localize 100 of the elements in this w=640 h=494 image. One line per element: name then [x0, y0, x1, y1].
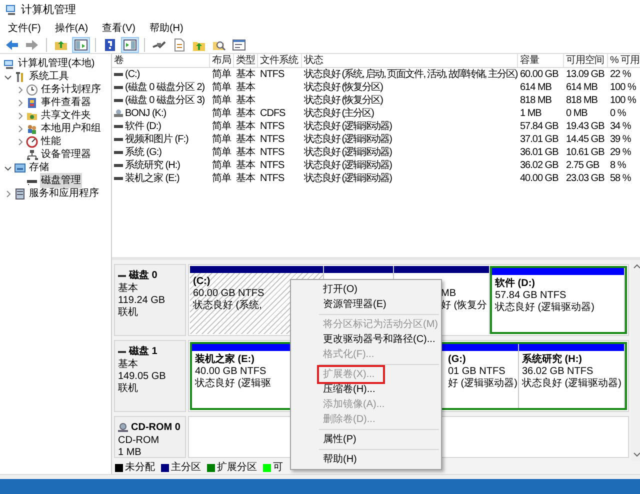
legend-label: 可 [273, 461, 283, 475]
partition-title: (G:) [448, 354, 466, 366]
table-cell-text: 8 % [610, 159, 626, 173]
table-cell-text: NTFS [260, 133, 284, 147]
partition-title: (C:) [193, 276, 210, 288]
disk-info: 119.24 GB [118, 295, 166, 306]
table-cell-text: CDFS [260, 107, 286, 121]
table-cell-text: 状态良好 (逻辑驱动器) [304, 146, 392, 160]
table-cell-text: 37.01 GB [520, 133, 558, 147]
table-cell-text: 简单 [212, 106, 231, 120]
table-cell-text: 614 MB [566, 81, 598, 95]
table-cell-text: 软件 (D:) [125, 120, 161, 134]
table-cell-text: 36.02 GB [520, 159, 558, 173]
table-cell-text: NTFS [260, 68, 284, 82]
table-cell-text: 简单 [212, 172, 231, 186]
table-cell-text: (磁盘 0 磁盘分区 2) [125, 81, 205, 95]
table-cell-text: 基本 [236, 172, 255, 186]
table-cell-text: 100 % [610, 81, 636, 95]
table-cell-text: NTFS [260, 172, 284, 186]
table-cell-text: 状态良好 (逻辑驱动器) [304, 120, 392, 134]
table-cell-text: 基本 [236, 94, 255, 108]
table-cell-text: 0 MB [566, 107, 588, 121]
table-cell-text: NTFS [260, 159, 284, 173]
partition-info: 状态良好 (逻辑驱动器) [495, 302, 594, 314]
table-cell-text: 简单 [212, 120, 231, 134]
partition-info: 状态良好 (系统, [193, 300, 262, 312]
partition-title: 系统研究 (H:) [522, 354, 582, 366]
table-cell-text: 34 % [610, 120, 631, 134]
table-cell-text: 简单 [212, 158, 231, 172]
disk-name: 磁盘 1 [129, 344, 158, 358]
table-cell-text: 状态良好 (主分区) [304, 106, 374, 120]
table-cell-text: 22 % [610, 68, 631, 82]
disk-info: 基本 [118, 283, 139, 295]
window-title: 计算机管理 [21, 2, 76, 18]
table-cell-text: 614 MB [520, 81, 552, 95]
disk-info: 1 MB [118, 447, 142, 459]
partition-info: MB [441, 288, 456, 300]
table-cell-text: 2.75 GB [566, 159, 600, 173]
partition-title: 软件 (D:) [495, 278, 535, 290]
table-cell-text: 23.03 GB [566, 172, 604, 186]
table-cell-text: 60.00 GB [520, 68, 558, 82]
table-cell-text: NTFS [260, 120, 284, 134]
table-cell-text: 基本 [236, 120, 255, 134]
table-cell-text: 39 % [610, 133, 631, 147]
table-cell-text: 简单 [212, 132, 231, 146]
table-cell-text: 状态良好 (逻辑驱动器) [304, 172, 392, 186]
table-cell-text: 40.00 GB [520, 172, 558, 186]
table-cell-text: 基本 [236, 146, 255, 160]
table-cell-text: 简单 [212, 80, 231, 94]
partition-info: 36.02 GB NTFS [522, 366, 594, 378]
disk-info: 基本 [118, 359, 139, 371]
table-cell-text: 13.09 GB [566, 68, 604, 82]
table-cell-text: 简单 [212, 94, 231, 108]
disk-name: 磁盘 0 [129, 268, 158, 282]
table-cell-text: 19.43 GB [566, 120, 604, 134]
disk-info: 联机 [118, 307, 139, 319]
table-cell-text: 简单 [212, 68, 231, 82]
table-cell-text: 818 MB [566, 94, 598, 108]
table-cell-text: BONJ (K:) [125, 107, 166, 121]
disk-name: CD-ROM 0 [131, 421, 180, 435]
table-cell-text: 系统研究 (H:) [125, 158, 180, 172]
partition-info: 好 (恢复分 [441, 300, 488, 312]
table-cell-text: (C:) [125, 68, 140, 82]
table-cell-text: 状态良好 (逻辑驱动器) [304, 158, 392, 172]
table-cell-text: 14.45 GB [566, 133, 604, 147]
table-cell-text: 29 % [610, 146, 631, 160]
table-cell-text: (磁盘 0 磁盘分区 3) [125, 94, 205, 108]
partition-title: 装机之家 (E:) [195, 354, 254, 366]
table-cell-text: 基本 [236, 132, 255, 146]
table-cell-text: 基本 [236, 80, 255, 94]
table-cell-text: 818 MB [520, 94, 552, 108]
disk-info: 联机 [118, 383, 139, 395]
partition-info: 01 GB NTFS [448, 366, 506, 378]
table-cell-text: 状态良好 (逻辑驱动器) [304, 132, 392, 146]
table-cell-text: 基本 [236, 106, 255, 120]
partition-info: 60.00 GB NTFS [193, 288, 264, 300]
table-cell-text: 系统 (G:) [125, 146, 162, 160]
table-cell-text: 1 MB [520, 107, 542, 121]
table-cell-text: 装机之家 (E:) [125, 172, 180, 186]
partition-info: 状态良好 (逻辑驱动器) [522, 378, 622, 390]
legend-label: 主分区 [171, 460, 201, 475]
table-cell-text: 58 % [610, 172, 631, 186]
partition-info: 57.84 GB NTFS [495, 290, 566, 302]
table-cell-text: 基本 [236, 158, 255, 172]
table-cell-text: 36.01 GB [520, 146, 558, 160]
partition-info: 状态良好 (逻辑驱 [195, 378, 272, 390]
table-cell-text: NTFS [260, 146, 284, 160]
disk-info: CD-ROM [118, 435, 160, 447]
partition-info: 40.00 GB NTFS [195, 366, 266, 378]
table-cell-text: 基本 [236, 68, 255, 82]
legend-label: 未分配 [125, 460, 155, 475]
table-cell-text: 状态良好 (恢复分区) [304, 94, 382, 108]
table-cell-text: 视频和图片 (F:) [125, 132, 188, 146]
partition-info: 好 (逻辑驱动器) [448, 378, 518, 390]
legend-label: 扩展分区 [217, 460, 257, 475]
table-cell-text: 简单 [212, 146, 231, 160]
table-cell-text: 状态良好 (系统, 启动, 页面文件, 活动, 故障转储, 主分区) [304, 68, 518, 82]
table-cell-text: 0 % [610, 107, 626, 121]
table-cell-text: 100 % [610, 94, 636, 108]
table-cell-text: 10.61 GB [566, 146, 604, 160]
